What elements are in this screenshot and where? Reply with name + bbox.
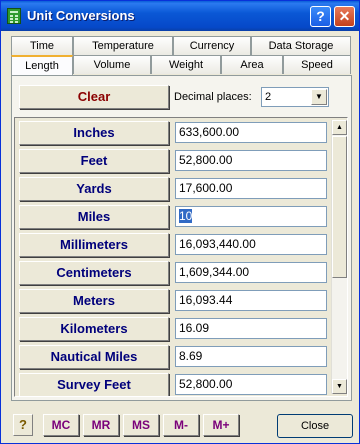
clear-button[interactable]: Clear xyxy=(19,85,169,109)
list-item: Centimeters 1,609,344.00 xyxy=(18,259,328,287)
memory-add-button[interactable]: M+ xyxy=(203,414,239,436)
tab-temperature[interactable]: Temperature xyxy=(73,36,173,55)
tab-time[interactable]: Time xyxy=(11,36,73,55)
list-item: Miles 10 xyxy=(18,203,328,231)
memory-store-button[interactable]: MS xyxy=(123,414,159,436)
unit-button-kilometers[interactable]: Kilometers xyxy=(19,317,169,341)
chevron-down-icon[interactable]: ▼ xyxy=(311,89,327,105)
centimeters-field[interactable]: 1,609,344.00 xyxy=(175,262,327,283)
tab-row-top: Time Temperature Currency Data Storage xyxy=(11,36,351,55)
help-button[interactable]: ? xyxy=(310,6,331,27)
scroll-down-icon[interactable]: ▼ xyxy=(332,379,347,394)
millimeters-field[interactable]: 16,093,440.00 xyxy=(175,234,327,255)
unit-button-yards[interactable]: Yards xyxy=(19,177,169,201)
tab-row-bottom: Length Volume Weight Area Speed xyxy=(11,55,351,75)
tab-length[interactable]: Length xyxy=(11,55,73,75)
memory-clear-button[interactable]: MC xyxy=(43,414,79,436)
list-item: Meters 16,093.44 xyxy=(18,287,328,315)
decimal-places-select[interactable]: 2 ▼ xyxy=(261,87,329,107)
inches-field[interactable]: 633,600.00 xyxy=(175,122,327,143)
window-title: Unit Conversions xyxy=(27,8,135,23)
unit-conversions-window: Unit Conversions ? ✕ Time Temperature Cu… xyxy=(0,0,360,444)
miles-field-selected-text: 10 xyxy=(179,209,193,223)
list-item: Feet 52,800.00 xyxy=(18,147,328,175)
tab-volume[interactable]: Volume xyxy=(73,55,151,74)
unit-button-nautical-miles[interactable]: Nautical Miles xyxy=(19,345,169,369)
yards-field[interactable]: 17,600.00 xyxy=(175,178,327,199)
unit-button-feet[interactable]: Feet xyxy=(19,149,169,173)
memory-subtract-button[interactable]: M- xyxy=(163,414,199,436)
title-bar: Unit Conversions ? ✕ xyxy=(1,1,359,31)
tab-weight[interactable]: Weight xyxy=(151,55,221,74)
list-item: Nautical Miles 8.69 xyxy=(18,343,328,371)
help-icon[interactable]: ? xyxy=(13,414,33,436)
scrollbar-thumb[interactable] xyxy=(332,136,347,278)
list-item: Survey Feet 52,800.00 xyxy=(18,371,328,396)
feet-field[interactable]: 52,800.00 xyxy=(175,150,327,171)
unit-button-millimeters[interactable]: Millimeters xyxy=(19,233,169,257)
decimal-places-label: Decimal places: xyxy=(174,91,252,103)
unit-button-miles[interactable]: Miles xyxy=(19,205,169,229)
tab-currency[interactable]: Currency xyxy=(173,36,251,55)
unit-button-centimeters[interactable]: Centimeters xyxy=(19,261,169,285)
unit-button-survey-feet[interactable]: Survey Feet xyxy=(19,373,169,396)
tab-speed[interactable]: Speed xyxy=(283,55,351,74)
close-button[interactable]: Close xyxy=(277,414,353,438)
unit-button-meters[interactable]: Meters xyxy=(19,289,169,313)
unit-button-inches[interactable]: Inches xyxy=(19,121,169,145)
close-window-button[interactable]: ✕ xyxy=(334,6,355,27)
meters-field[interactable]: 16,093.44 xyxy=(175,290,327,311)
survey-feet-field[interactable]: 52,800.00 xyxy=(175,374,327,395)
scroll-up-icon[interactable]: ▲ xyxy=(332,120,347,135)
miles-field[interactable]: 10 xyxy=(175,206,327,227)
tab-area[interactable]: Area xyxy=(221,55,283,74)
memory-recall-button[interactable]: MR xyxy=(83,414,119,436)
list-item: Kilometers 16.09 xyxy=(18,315,328,343)
conversion-list: Inches 633,600.00 Feet 52,800.00 Yards 1… xyxy=(14,117,348,397)
nautical-miles-field[interactable]: 8.69 xyxy=(175,346,327,367)
calculator-icon xyxy=(7,8,21,24)
list-item: Inches 633,600.00 xyxy=(18,119,328,147)
vertical-scrollbar[interactable]: ▲ ▼ xyxy=(331,120,347,394)
decimal-places-value: 2 xyxy=(265,91,272,103)
tab-data-storage[interactable]: Data Storage xyxy=(251,36,351,55)
list-item: Yards 17,600.00 xyxy=(18,175,328,203)
list-item: Millimeters 16,093,440.00 xyxy=(18,231,328,259)
kilometers-field[interactable]: 16.09 xyxy=(175,318,327,339)
